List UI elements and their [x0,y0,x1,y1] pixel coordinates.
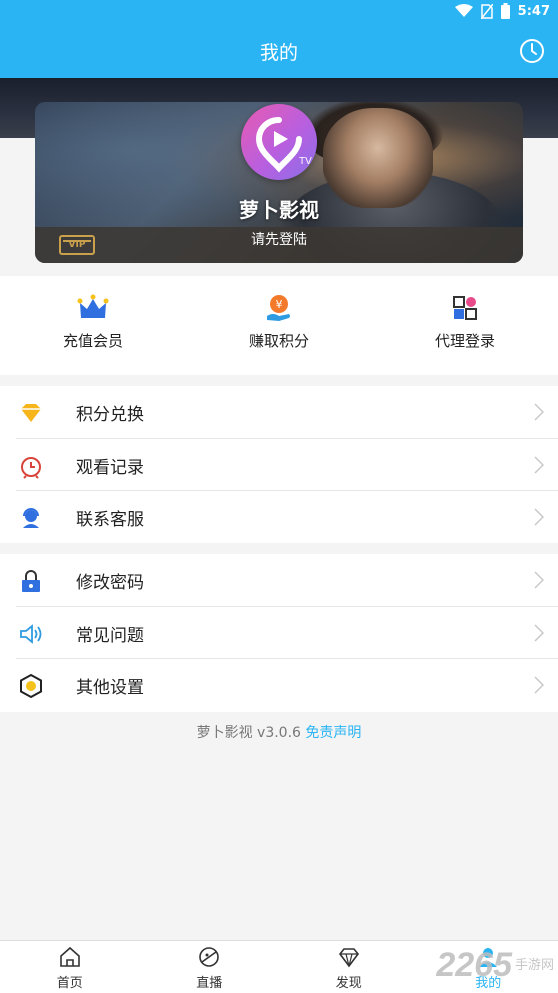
svg-text:TV: TV [299,156,312,167]
menu-label: 其他设置 [76,678,144,698]
agent-login-button[interactable]: 代理登录 [372,276,558,375]
history-clock-icon[interactable] [519,38,545,64]
chevron-right-icon [534,676,544,694]
watermark-logo: 2265 手游网 [436,946,554,985]
chevron-right-icon [534,455,544,474]
chevron-right-icon [534,571,544,589]
title-bar: 我的 [0,24,558,78]
menu-group-1: 积分兑换 观看记录 联系客服 [0,386,558,543]
menu-label: 积分兑换 [76,405,144,425]
chevron-right-icon [534,508,544,526]
battery-icon [500,3,510,19]
agent-grid-icon [453,296,477,320]
user-name: 萝卜影视 [239,198,319,222]
tab-label: 首页 [56,976,83,991]
crown-icon [77,294,109,318]
headset-icon [23,508,39,528]
menu-label: 观看记录 [76,457,144,478]
recharge-vip-label: 充值会员 [62,332,123,350]
menu-item-change-password[interactable]: 修改密码 [0,554,558,607]
watermark-text: 手游网 [514,957,554,973]
status-time: 5:47 [517,3,550,19]
svg-text:¥: ¥ [276,298,283,311]
menu-group-2: 修改密码 常见问题 其他设置 [0,554,558,712]
login-prompt[interactable]: 请先登陆 [0,229,558,249]
tab-label: 发现 [335,976,362,991]
card-art-face [323,108,433,208]
hexagon-settings-icon [20,673,42,699]
menu-item-points-exchange[interactable]: 积分兑换 [0,386,558,439]
version-footer: 萝卜影视 v3.0.6 免责声明 [0,722,558,742]
wifi-icon [454,4,473,17]
recharge-vip-button[interactable]: 充值会员 [0,276,186,375]
menu-item-watch-history[interactable]: 观看记录 [0,439,558,491]
speaker-icon [20,623,42,644]
menu-item-faq[interactable]: 常见问题 [0,607,558,659]
planet-icon [199,947,220,967]
app-logo-avatar[interactable]: TV [241,104,317,180]
page-title: 我的 [259,42,298,64]
earn-points-button[interactable]: ¥ 赚取积分 [186,276,372,375]
disclaimer-link[interactable]: 免责声明 [305,725,361,741]
watermark-number: 2265 [436,946,512,984]
menu-item-other-settings[interactable]: 其他设置 [0,659,558,712]
home-icon [59,946,80,967]
tab-live[interactable]: 直播 [140,941,280,993]
agent-login-label: 代理登录 [434,332,495,350]
alarm-clock-icon [21,456,41,479]
lock-icon [22,570,40,592]
quick-actions: 充值会员 ¥ 赚取积分 代理登录 [0,276,558,375]
chevron-right-icon [534,403,544,421]
earn-points-label: 赚取积分 [248,332,309,350]
tab-label: 直播 [196,976,223,991]
no-sim-icon [480,3,493,19]
chevron-right-icon [534,623,544,642]
tab-discover[interactable]: 发现 [279,941,419,993]
version-text: 萝卜影视 v3.0.6 [196,725,306,741]
tab-home[interactable]: 首页 [0,941,140,993]
coin-hand-icon: ¥ [267,295,290,321]
menu-label: 修改密码 [76,573,144,593]
menu-label: 常见问题 [76,625,144,646]
menu-label: 联系客服 [76,510,144,530]
menu-item-customer-service[interactable]: 联系客服 [0,491,558,544]
diamond-icon [21,404,41,422]
diamond-outline-icon [338,948,359,968]
status-bar: 5:47 [0,0,558,24]
